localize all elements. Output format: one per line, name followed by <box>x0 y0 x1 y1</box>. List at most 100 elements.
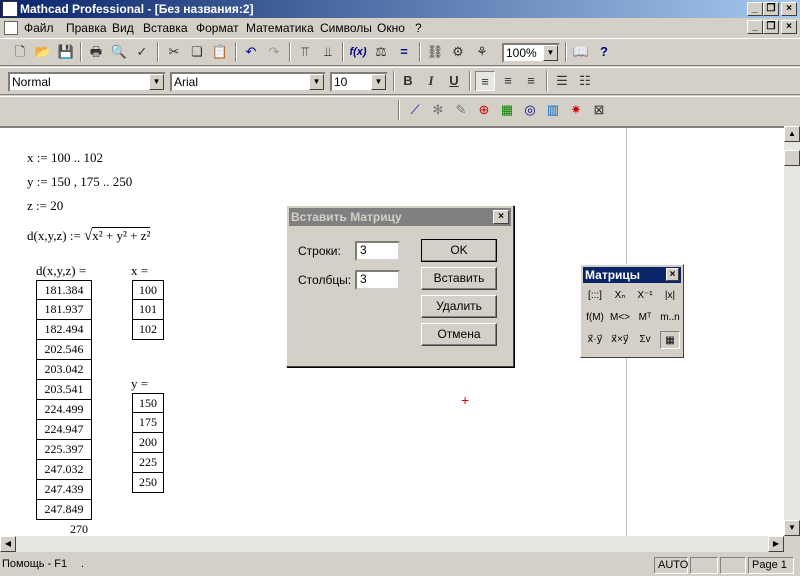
paste-icon[interactable]: 📋 <box>210 42 230 62</box>
separator <box>546 71 548 91</box>
numbering-icon[interactable]: ☷ <box>575 71 595 91</box>
restore-icon[interactable]: ❐ <box>763 2 779 16</box>
eval-d-label[interactable]: d(x,y,z) = <box>36 263 86 279</box>
align-top-icon[interactable]: ⫪ <box>295 42 315 62</box>
determinant-icon[interactable]: |x| <box>660 287 680 305</box>
menu-window[interactable]: Окно <box>377 21 405 35</box>
chevron-down-icon[interactable]: ▼ <box>309 74 324 90</box>
vector-sum-icon[interactable]: Σv <box>635 331 655 349</box>
align-right-icon[interactable]: ≡ <box>521 71 541 91</box>
vertical-scrollbar[interactable]: ▲ ▼ <box>784 126 800 536</box>
calculus-palette-icon[interactable]: ⊕ <box>474 100 494 120</box>
chevron-down-icon[interactable]: ▼ <box>149 74 164 90</box>
scroll-right-icon[interactable]: ▶ <box>768 536 784 552</box>
column-icon[interactable]: M<> <box>610 309 630 327</box>
horizontal-scrollbar[interactable]: ◀ ▶ <box>0 536 784 552</box>
programming-palette-icon[interactable]: ◎ <box>520 100 540 120</box>
insert-button[interactable]: Вставить <box>421 267 497 290</box>
definition-z[interactable]: z := 20 <box>27 198 63 214</box>
menu-edit[interactable]: Правка <box>66 21 107 35</box>
cross-product-icon[interactable]: x⃗×y⃗ <box>610 331 630 349</box>
underline-button[interactable]: U <box>444 71 464 91</box>
component-wizard-icon[interactable]: ⚙ <box>448 42 468 62</box>
evaluation-palette-icon[interactable]: ✎ <box>451 100 471 120</box>
symbolic-palette-icon[interactable]: ✷ <box>566 100 586 120</box>
transpose-icon[interactable]: Mᵀ <box>635 309 655 327</box>
insert-hyperlink-icon[interactable]: ⛓ <box>425 42 445 62</box>
chevron-down-icon[interactable]: ▼ <box>371 74 386 90</box>
definition-x[interactable]: x := 100 .. 102 <box>27 150 103 166</box>
font-select[interactable]: Arial ▼ <box>170 72 326 92</box>
vector-palette-icon[interactable]: ⊠ <box>589 100 609 120</box>
columns-input[interactable]: 3 <box>355 270 400 290</box>
matrix-insert-icon[interactable]: [:::] <box>585 287 605 305</box>
scroll-left-icon[interactable]: ◀ <box>0 536 16 552</box>
zoom-select[interactable]: 100% ▼ <box>502 43 560 63</box>
dialog-close-icon[interactable]: × <box>493 210 509 224</box>
boolean-palette-icon[interactable]: ▦ <box>497 100 517 120</box>
insert-function-icon[interactable]: f(x) <box>348 42 368 62</box>
matrix-palette-icon[interactable]: ✻ <box>428 100 448 120</box>
help-hint: Помощь - F1 <box>2 558 68 570</box>
app-icon[interactable] <box>2 1 18 17</box>
undo-icon[interactable]: ↶ <box>241 42 261 62</box>
style-select[interactable]: Normal ▼ <box>8 72 166 92</box>
bullets-icon[interactable]: ☰ <box>552 71 572 91</box>
spell-check-icon[interactable]: ✓ <box>132 42 152 62</box>
eval-y-label[interactable]: y = <box>131 376 148 392</box>
print-icon[interactable]: 🖶 <box>86 42 106 62</box>
save-icon[interactable]: 💾 <box>56 42 76 62</box>
menu-help[interactable]: ? <box>415 21 422 35</box>
menu-symbols[interactable]: Символы <box>320 21 372 35</box>
minimize-icon[interactable]: _ <box>747 2 763 16</box>
new-icon[interactable]: 🗋 <box>10 42 30 62</box>
font-size-select[interactable]: 10 ▼ <box>330 72 388 92</box>
vectorize-icon[interactable]: f(M) <box>585 309 605 327</box>
definition-d[interactable]: d(x,y,z) := √x² + y² + z² <box>27 227 151 245</box>
menu-insert[interactable]: Вставка <box>143 21 188 35</box>
italic-button[interactable]: I <box>421 71 441 91</box>
ok-button[interactable]: OK <box>421 239 497 262</box>
chevron-down-icon[interactable]: ▼ <box>543 45 558 61</box>
menu-format[interactable]: Формат <box>196 21 239 35</box>
cancel-button[interactable]: Отмена <box>421 323 497 346</box>
palette-close-icon[interactable]: × <box>666 268 679 281</box>
greek-palette-icon[interactable]: ▥ <box>543 100 563 120</box>
calculate-icon[interactable]: = <box>394 42 414 62</box>
align-center-icon[interactable]: ≡ <box>498 71 518 91</box>
align-down-icon[interactable]: ⫫ <box>318 42 338 62</box>
doc-minimize-icon[interactable]: _ <box>747 20 763 34</box>
dot-product-icon[interactable]: x⃗·y⃗ <box>585 331 605 349</box>
document-icon[interactable] <box>4 21 18 35</box>
close-icon[interactable]: × <box>781 2 797 16</box>
help-icon[interactable]: ? <box>594 42 614 62</box>
doc-close-icon[interactable]: × <box>781 20 797 34</box>
align-left-icon[interactable]: ≡ <box>475 71 495 91</box>
range-variable-icon[interactable]: m..n <box>660 309 680 327</box>
picture-icon[interactable]: ▦ <box>660 331 680 349</box>
insert-unit-icon[interactable]: ⚖ <box>371 42 391 62</box>
menu-math[interactable]: Математика <box>246 21 314 35</box>
scroll-thumb[interactable] <box>784 150 800 166</box>
eval-x-label[interactable]: x = <box>131 263 148 279</box>
rows-input[interactable]: 3 <box>355 241 400 261</box>
copy-icon[interactable]: ❏ <box>187 42 207 62</box>
run-script-icon[interactable]: ⚘ <box>472 42 492 62</box>
delete-button[interactable]: Удалить <box>421 295 497 318</box>
open-icon[interactable]: 📂 <box>33 42 53 62</box>
subscript-icon[interactable]: Xₙ <box>610 287 630 305</box>
menu-file[interactable]: Файл <box>24 21 54 35</box>
doc-restore-icon[interactable]: ❐ <box>763 20 779 34</box>
definition-y[interactable]: y := 150 , 175 .. 250 <box>27 174 132 190</box>
print-preview-icon[interactable]: 🔍 <box>109 42 129 62</box>
graph-palette-icon[interactable]: ⟋ <box>405 100 425 120</box>
cut-icon[interactable]: ✂ <box>164 42 184 62</box>
scroll-down-icon[interactable]: ▼ <box>784 520 800 536</box>
menu-view[interactable]: Вид <box>112 21 134 35</box>
separator <box>157 42 159 62</box>
resource-center-icon[interactable]: 📖 <box>571 42 591 62</box>
scroll-up-icon[interactable]: ▲ <box>784 126 800 142</box>
bold-button[interactable]: B <box>398 71 418 91</box>
inverse-icon[interactable]: X⁻¹ <box>635 287 655 305</box>
redo-icon[interactable]: ↷ <box>264 42 284 62</box>
